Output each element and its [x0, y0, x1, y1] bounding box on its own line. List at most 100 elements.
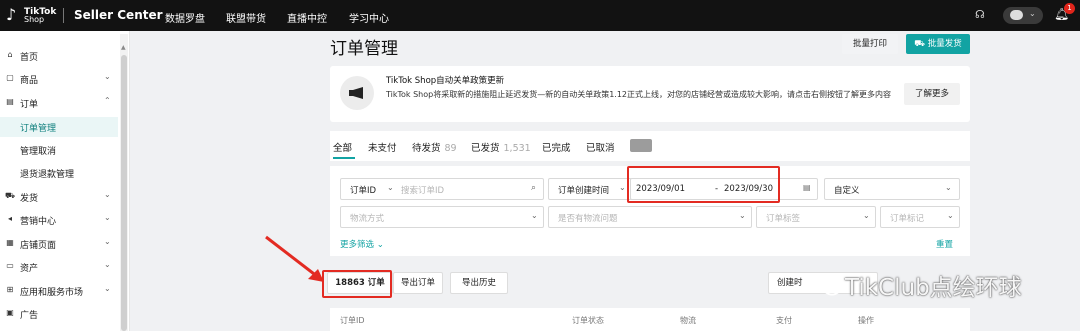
megaphone-icon — [340, 76, 374, 110]
export-history-button[interactable]: 导出历史 — [450, 272, 508, 294]
chevron-down-icon: ⌄ — [863, 211, 870, 220]
shipping-placeholder: 物流方式 — [350, 214, 385, 224]
nav-learning-center[interactable]: 学习中心 — [349, 10, 389, 25]
chevron-down-icon: ⌄ — [104, 190, 111, 199]
sidebar-item-label: 首页 — [20, 53, 39, 63]
sidebar-item-assets[interactable]: ▭ 资产 ⌄ — [0, 258, 118, 276]
store-icon: ▦ — [6, 238, 14, 247]
chevron-down-icon: ⌄ — [531, 211, 538, 220]
table-header: 订单ID 订单状态 物流 支付 操作 — [330, 308, 970, 331]
sidebar-item-label: 退货退款管理 — [20, 170, 75, 180]
tab-count: 89 — [444, 143, 457, 154]
sidebar-item-orders[interactable]: ▤ 订单 ⌃ — [0, 94, 118, 112]
page-title: 订单管理 — [330, 39, 398, 59]
notification-badge: 1 — [1064, 3, 1075, 14]
chevron-up-icon: ⌃ — [104, 96, 111, 105]
tab-shipped[interactable]: 已发货 1,531 — [471, 140, 531, 154]
sidebar-item-label: 商品 — [20, 76, 39, 86]
search-input[interactable]: 搜索订单ID — [401, 184, 444, 196]
active-tab-indicator — [333, 157, 355, 159]
wechat-logo-icon — [814, 274, 841, 296]
sidebar-item-apps[interactable]: ⊞ 应用和服务市场 ⌄ — [0, 282, 118, 300]
logo-text-bottom: Shop — [24, 15, 45, 24]
batch-print-button[interactable]: 批量打印 — [842, 34, 898, 54]
scrollbar-thumb[interactable] — [121, 55, 127, 331]
col-order-status: 订单状态 — [572, 316, 604, 325]
chevron-down-icon: ⌄ — [104, 213, 111, 222]
export-orders-button[interactable]: 导出订单 — [393, 272, 443, 294]
chevron-down-icon: ⌄ — [1029, 9, 1036, 18]
chat-button[interactable]: ⌄ — [1003, 7, 1043, 24]
sidebar-item-store[interactable]: ▦ 店铺页面 ⌄ — [0, 235, 118, 253]
chevron-down-icon: ⌄ — [104, 284, 111, 293]
date-range-highlight — [627, 166, 780, 203]
batch-ship-button[interactable]: ⛟ 批量发货 — [906, 34, 970, 54]
batch-ship-label: 批量发货 — [927, 39, 962, 49]
scroll-up-icon[interactable]: ▲ — [121, 44, 126, 51]
tab-label: 已完成 — [542, 143, 571, 154]
id-type-select[interactable]: 订单ID — [350, 184, 376, 196]
chevron-down-icon: ⌄ — [947, 211, 954, 220]
sidebar-item-returns[interactable]: 退货退款管理 — [0, 164, 118, 182]
shipping-method-select[interactable]: 物流方式 ⌄ — [340, 206, 544, 228]
order-icon: ▤ — [6, 97, 14, 106]
sidebar: ⌂ 首页 ▢ 商品 ⌄ ▤ 订单 ⌃ 订单管理 管理取消 退货退款管理 ⛟ 发货… — [0, 31, 130, 331]
seller-center-title: Seller Center — [74, 8, 163, 22]
chevron-down-icon: ⌄ — [104, 72, 111, 81]
chat-bubble-icon — [1010, 10, 1023, 20]
tab-label: 未支付 — [368, 143, 397, 154]
order-mark-select[interactable]: 订单标记 ⌄ — [880, 206, 960, 228]
order-tag-select[interactable]: 订单标签 ⌄ — [756, 206, 876, 228]
sort-label: 创建时 — [777, 278, 803, 288]
sidebar-item-label: 应用和服务市场 — [20, 288, 84, 298]
tab-all[interactable]: 全部 — [333, 140, 352, 154]
order-count-highlight — [322, 270, 392, 298]
col-logistics: 物流 — [680, 316, 696, 325]
tab-label: 已发货 — [471, 143, 500, 154]
tab-completed[interactable]: 已完成 — [542, 140, 571, 154]
time-type-select[interactable]: 订单创建时间 ⌄ — [548, 178, 632, 200]
sidebar-item-marketing[interactable]: ◂ 营销中心 ⌄ — [0, 211, 118, 229]
search-icon[interactable]: ⌕ — [531, 183, 536, 193]
sidebar-item-label: 营销中心 — [20, 217, 57, 227]
sidebar-item-label: 发货 — [20, 194, 39, 204]
ads-icon: ▣ — [6, 308, 14, 317]
annotation-arrow-icon — [265, 235, 324, 282]
chevron-down-icon: ⌄ — [387, 183, 394, 192]
sidebar-item-manage-cancel[interactable]: 管理取消 — [0, 141, 118, 159]
chevron-down-icon: ⌄ — [619, 183, 626, 192]
order-search-field[interactable]: 订单ID ⌄ 搜索订单ID ⌕ — [340, 178, 544, 200]
truck-icon: ⛟ — [5, 191, 16, 200]
tiktok-shop-logo[interactable]: ♪ TikTok Shop — [6, 5, 58, 27]
notice-body: TikTok Shop将采取新的措施阻止延迟发货—新的自动关单政策1.12正式上… — [386, 90, 892, 99]
wallet-icon: ▭ — [6, 261, 14, 270]
sidebar-item-shipping[interactable]: ⛟ 发货 ⌄ — [0, 188, 118, 206]
calendar-icon: ▤ — [803, 183, 811, 192]
logistics-issue-select[interactable]: 是否有物流问题 ⌄ — [548, 206, 752, 228]
tab-label: 待发货 — [412, 143, 441, 154]
tab-to-ship[interactable]: 待发货 89 — [412, 140, 457, 154]
tab-cancelled[interactable]: 已取消 — [586, 140, 615, 154]
more-filters-link[interactable]: 更多筛选 ⌄ — [340, 238, 384, 250]
learn-more-button[interactable]: 了解更多 — [904, 83, 960, 105]
headset-icon[interactable]: ☊ — [975, 8, 985, 21]
nav-data-compass[interactable]: 数据罗盘 — [165, 10, 205, 25]
sidebar-item-ads[interactable]: ▣ 广告 — [0, 305, 118, 323]
sidebar-item-label: 店铺页面 — [20, 241, 57, 251]
sidebar-item-order-management[interactable]: 订单管理 — [0, 117, 118, 137]
top-bar: ♪ TikTok Shop Seller Center 数据罗盘 联盟带货 直播… — [0, 0, 1080, 31]
reset-link[interactable]: 重置 — [936, 238, 953, 250]
chevron-down-icon: ⌄ — [945, 183, 952, 192]
sidebar-item-products[interactable]: ▢ 商品 ⌄ — [0, 70, 118, 88]
tab-unpaid[interactable]: 未支付 — [368, 140, 397, 154]
col-actions: 操作 — [858, 316, 874, 325]
nav-affiliate[interactable]: 联盟带货 — [226, 10, 266, 25]
more-filters-label: 更多筛选 — [340, 240, 375, 250]
chevron-down-icon: ⌄ — [104, 260, 111, 269]
range-select[interactable]: 自定义 ⌄ — [824, 178, 960, 200]
sidebar-item-label: 订单 — [20, 100, 39, 110]
nav-live-control[interactable]: 直播中控 — [287, 10, 327, 25]
sidebar-item-home[interactable]: ⌂ 首页 — [0, 47, 118, 65]
sidebar-item-label: 资产 — [20, 264, 39, 274]
range-value: 自定义 — [834, 186, 860, 196]
